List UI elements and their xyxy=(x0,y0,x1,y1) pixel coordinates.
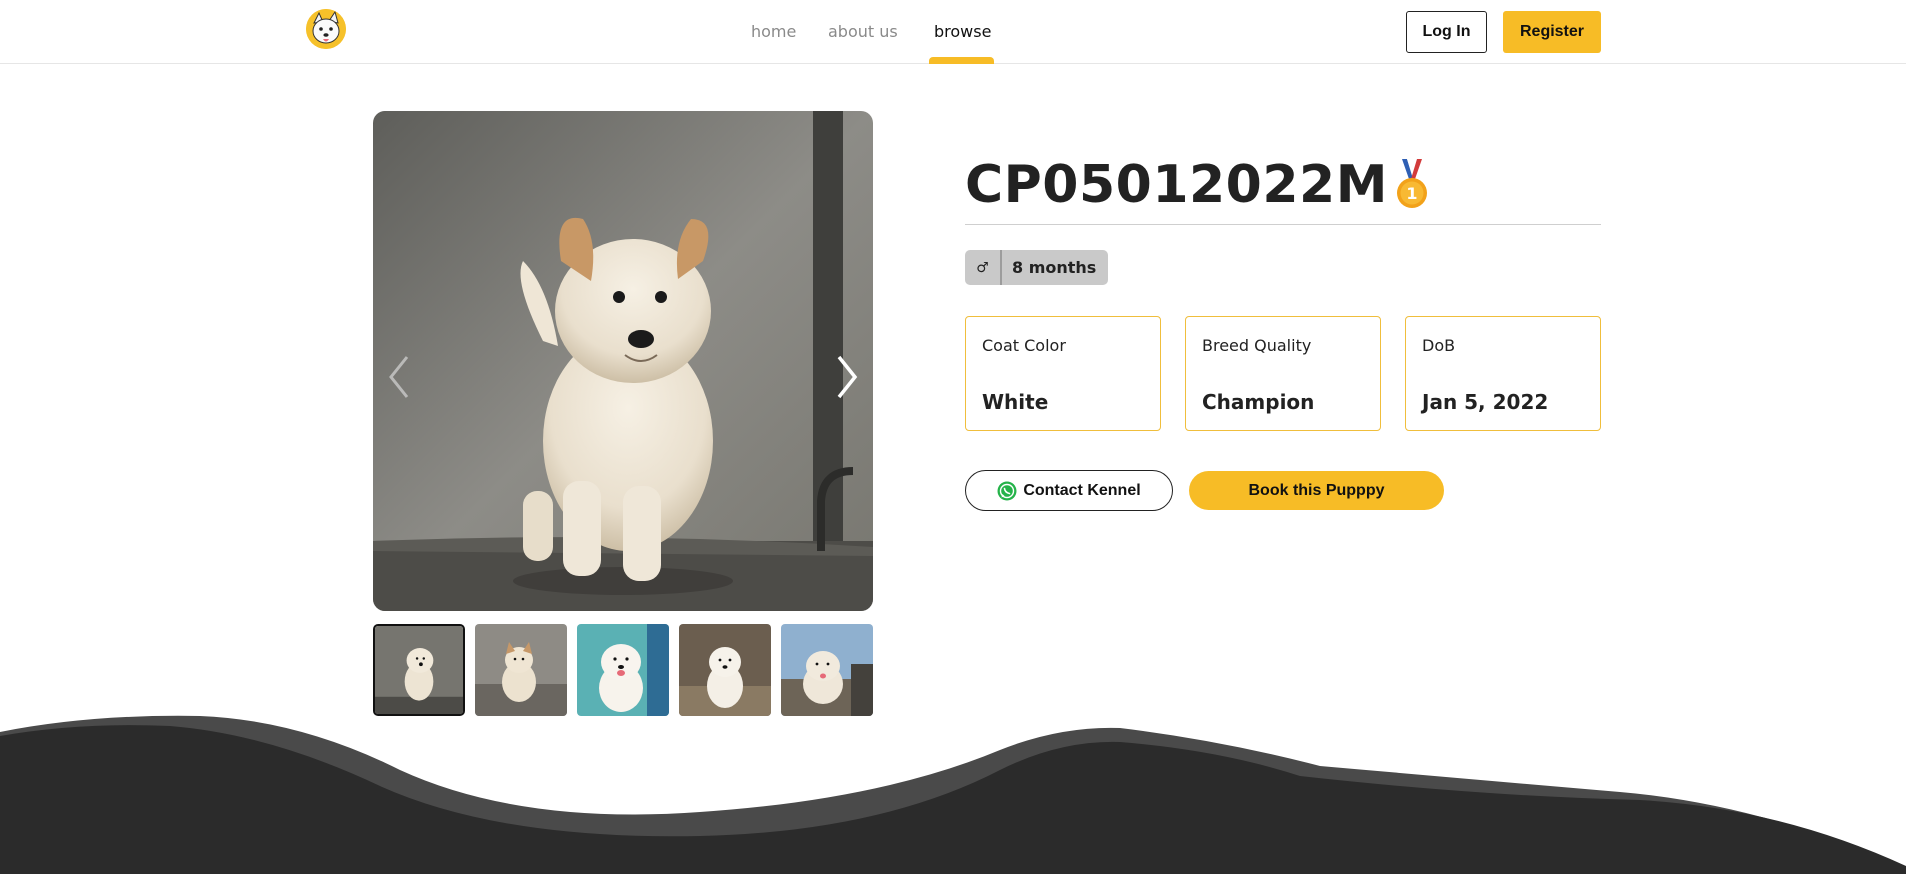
male-icon: ♂ xyxy=(965,250,1002,285)
puppy-title-row: CP05012022M 1 xyxy=(965,155,1430,215)
contact-kennel-button[interactable]: Contact Kennel xyxy=(965,470,1173,511)
footer-wave-decoration xyxy=(0,715,1906,874)
whatsapp-icon xyxy=(997,481,1017,500)
spec-card-coat-color: Coat Color White xyxy=(965,316,1161,431)
first-place-medal-icon: 1 xyxy=(1396,159,1427,208)
gallery-prev-button[interactable] xyxy=(379,347,419,407)
nav-browse[interactable]: browse xyxy=(934,22,991,41)
spec-label: DoB xyxy=(1422,336,1456,355)
puppy-name: CP05012022M xyxy=(965,155,1388,215)
main-puppy-photo xyxy=(373,111,873,611)
spec-card-dob: DoB Jan 5, 2022 xyxy=(1405,316,1601,431)
register-button[interactable]: Register xyxy=(1503,11,1601,53)
chevron-right-icon xyxy=(837,355,858,399)
spec-value: Champion xyxy=(1202,390,1315,414)
puppy-logo-icon[interactable] xyxy=(306,9,346,49)
active-nav-indicator xyxy=(929,57,994,64)
login-button[interactable]: Log In xyxy=(1406,11,1487,53)
spec-value: Jan 5, 2022 xyxy=(1422,390,1549,414)
puppy-tag: ♂ 8 months xyxy=(965,250,1109,285)
contact-kennel-label: Contact Kennel xyxy=(1023,481,1141,499)
title-divider xyxy=(965,224,1601,225)
chevron-left-icon xyxy=(389,356,409,398)
site-header: home about us browse Log In Register xyxy=(0,0,1906,64)
spec-label: Breed Quality xyxy=(1202,336,1312,355)
svg-text:1: 1 xyxy=(1406,184,1417,203)
book-puppy-button[interactable]: Book this Pupppy xyxy=(1189,471,1444,510)
nav-about-us[interactable]: about us xyxy=(828,22,898,41)
gallery-next-button[interactable] xyxy=(827,347,867,407)
spec-label: Coat Color xyxy=(982,336,1066,355)
nav-home[interactable]: home xyxy=(751,22,796,41)
spec-card-breed-quality: Breed Quality Champion xyxy=(1185,316,1381,431)
puppy-age: 8 months xyxy=(1012,258,1097,277)
spec-value: White xyxy=(982,390,1049,414)
